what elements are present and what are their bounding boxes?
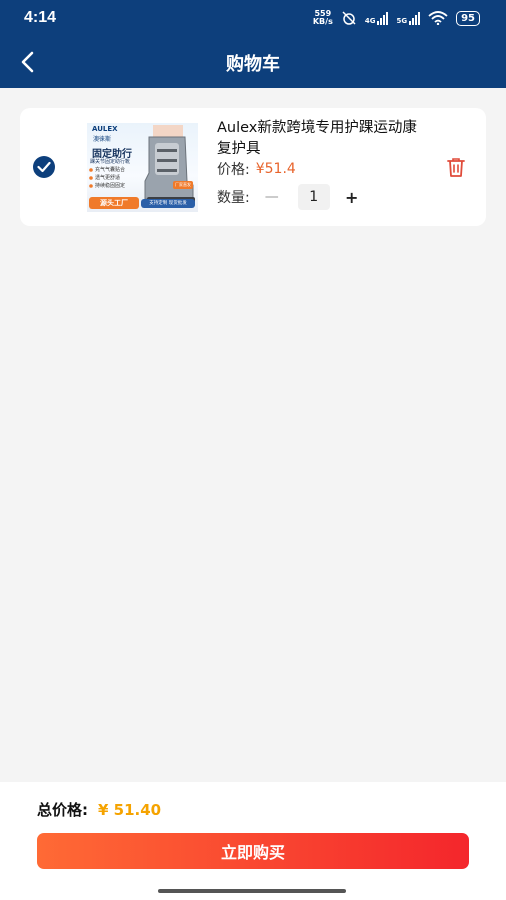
increase-quantity-button[interactable]: +: [338, 184, 366, 210]
product-image[interactable]: AULEX 澳徕斯 固定助行 踝关节固定助行靴 充气气囊贴合 透气更舒适 持续稳…: [87, 123, 198, 212]
checkmark-icon: [37, 161, 51, 173]
signal-bars-icon: [377, 11, 389, 25]
total-price-label: 总价格:: [37, 801, 88, 819]
signal-4g: 4G: [365, 11, 389, 25]
image-brand: AULEX: [92, 125, 118, 133]
status-time: 4:14: [24, 9, 57, 26]
net-speed: 559 KB/s: [312, 9, 333, 26]
price-row: 价格: ¥51.4: [217, 159, 296, 179]
total-price-value: ¥ 51.40: [98, 800, 162, 819]
image-brand-cn: 澳徕斯: [93, 136, 112, 143]
item-select-checkbox[interactable]: [33, 156, 55, 178]
decrease-quantity-button[interactable]: —: [258, 184, 286, 210]
signal-5g: 5G: [396, 11, 421, 25]
image-features: 充气气囊贴合 透气更舒适 持续稳固固定: [95, 167, 126, 189]
battery-indicator: 95: [456, 10, 480, 26]
quantity-label: 数量:: [217, 190, 250, 206]
wifi-icon: [428, 11, 448, 25]
buy-now-button[interactable]: 立即购买: [37, 833, 469, 869]
status-icons: 559 KB/s 4G 5G 95: [313, 8, 480, 28]
delete-item-button[interactable]: [444, 155, 468, 179]
quantity-value[interactable]: 1: [297, 184, 330, 210]
image-tag-2: 支持定制 现货批发: [141, 199, 195, 208]
nav-bar: 购物车: [0, 36, 506, 88]
alarm-off-icon: [342, 11, 356, 25]
price-label: 价格:: [217, 162, 250, 178]
image-subline: 踝关节固定助行靴: [90, 159, 131, 165]
page-title: 购物车: [226, 54, 280, 75]
signal-bars-icon: [409, 11, 421, 25]
quantity-stepper: 数量: — 1 +: [217, 184, 366, 210]
trash-icon: [447, 158, 465, 177]
product-title[interactable]: Aulex新款跨境专用护踝运动康复护具: [217, 118, 427, 160]
cart-item-card: AULEX 澳徕斯 固定助行 踝关节固定助行靴 充气气囊贴合 透气更舒适 持续稳…: [20, 108, 486, 226]
total-price-row: 总价格: ¥ 51.40: [37, 799, 161, 820]
checkout-footer: 总价格: ¥ 51.40 立即购买: [0, 782, 506, 900]
price-value: ¥51.4: [255, 161, 296, 177]
image-tag: 源头工厂: [89, 197, 139, 209]
status-bar: 4:14 559 KB/s 4G 5G 95: [0, 0, 506, 36]
image-stamp: 厂家直发: [173, 181, 193, 189]
home-indicator[interactable]: [158, 889, 346, 893]
